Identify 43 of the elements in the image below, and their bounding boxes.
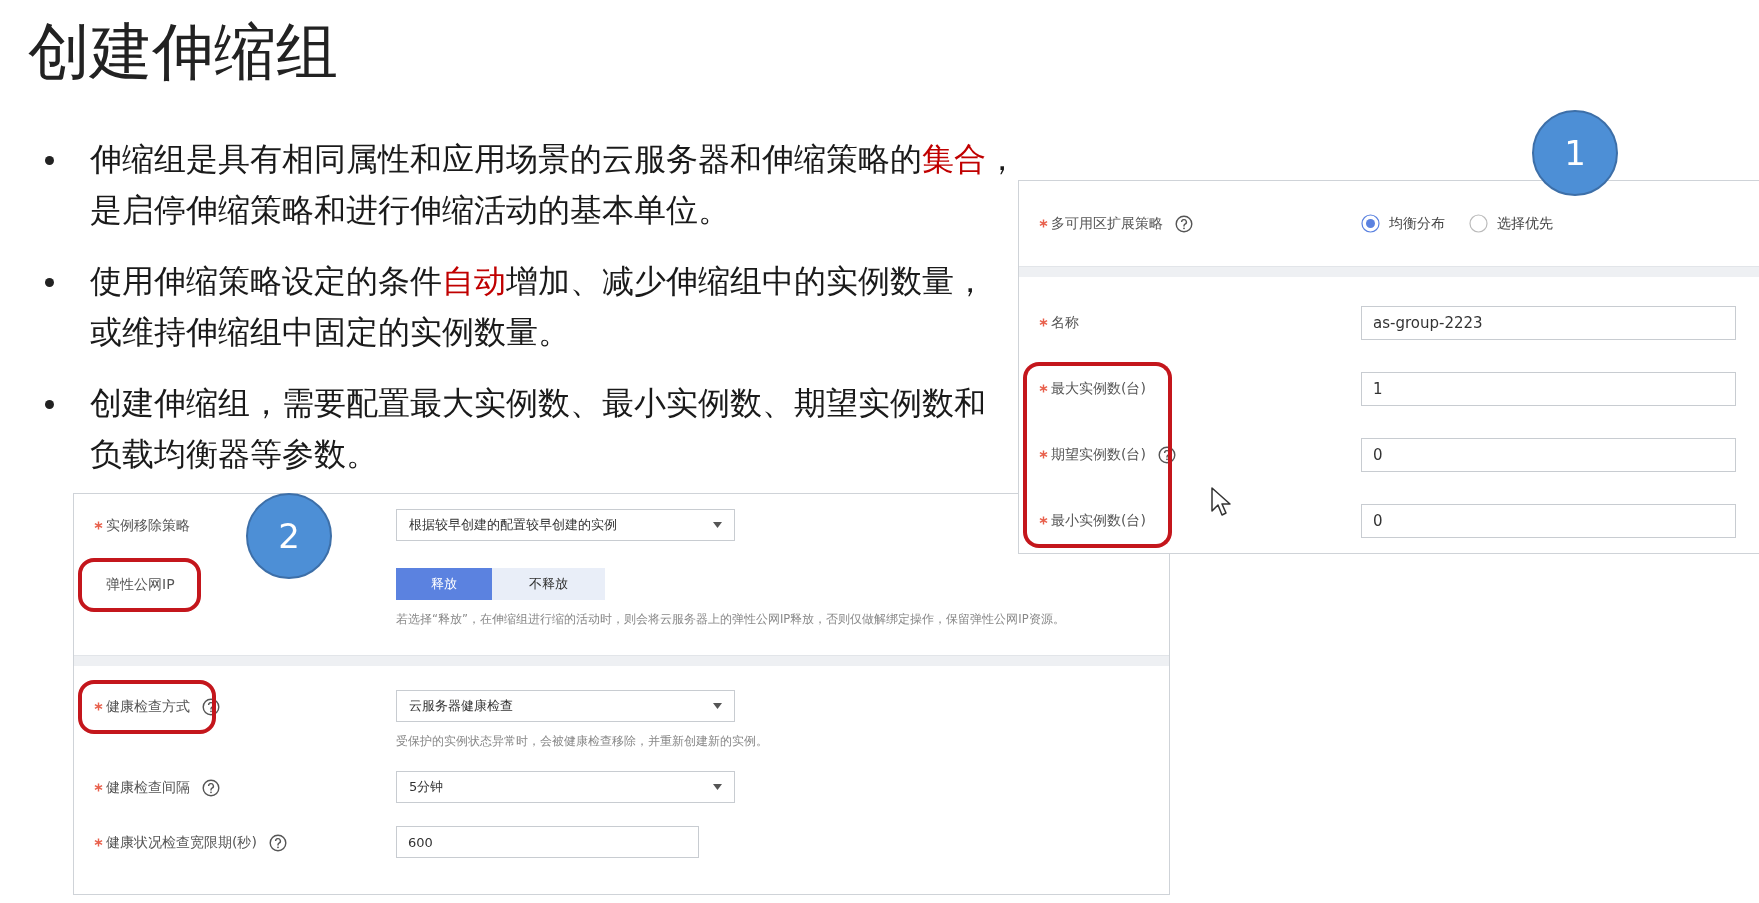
radio-button[interactable] <box>1361 214 1380 233</box>
help-icon[interactable] <box>202 697 220 716</box>
field-label: 健康检查间隔 <box>106 778 190 797</box>
radio-label[interactable]: 选择优先 <box>1497 214 1553 233</box>
bullet-icon <box>45 156 54 165</box>
input-field[interactable]: 0 <box>1361 438 1736 472</box>
input-field[interactable]: as-group-2223 <box>1361 306 1736 340</box>
caret-icon <box>713 784 722 790</box>
field-label: 弹性公网IP <box>106 575 175 594</box>
field-label: 实例移除策略 <box>106 516 190 535</box>
cursor-icon <box>1211 487 1231 517</box>
help-icon[interactable] <box>1157 445 1176 464</box>
field-label: 最小实例数(台) <box>1051 511 1146 530</box>
help-icon[interactable] <box>268 833 287 852</box>
caret-icon <box>713 703 722 709</box>
field-label: 最大实例数(台) <box>1051 379 1146 398</box>
bullet-icon <box>45 278 54 287</box>
help-icon[interactable] <box>202 778 220 797</box>
input-field[interactable]: 1 <box>1361 372 1736 406</box>
radio-button[interactable] <box>1469 214 1488 233</box>
toggle-button[interactable]: 释放 <box>396 568 492 600</box>
hint-text: 受保护的实例状态异常时，会被健康检查移除，并重新创建新的实例。 <box>396 734 768 749</box>
bullet-text: 使用伸缩策略设定的条件自动增加、减少伸缩组中的实例数量， 或维持伸缩组中固定的实例数量。 <box>90 261 987 353</box>
field-label: 名称 <box>1051 313 1079 332</box>
hint-text: 若选择“释放”，在伸缩组进行缩的活动时，则会将云服务器上的弹性公网IP释放，否则仅做解绑定操作，保留弹性公网IP资源。 <box>396 612 1065 627</box>
radio-label[interactable]: 均衡分布 <box>1389 214 1445 233</box>
caret-icon <box>713 522 722 528</box>
slide-title: 创建伸缩组 <box>27 14 338 90</box>
help-icon[interactable] <box>1175 214 1193 233</box>
field-label: 健康状况检查宽限期(秒) <box>106 833 257 852</box>
field-label: 健康检查方式 <box>106 697 190 716</box>
input-field[interactable]: 600 <box>396 826 699 858</box>
field-label: 多可用区扩展策略 <box>1051 214 1163 233</box>
dropdown[interactable]: 根据较早创建的配置较早创建的实例 <box>396 509 735 541</box>
bullet-text: 创建伸缩组，需要配置最大实例数、最小实例数、期望实例数和 负载均衡器等参数。 <box>90 383 987 475</box>
dropdown[interactable]: 云服务器健康检查 <box>396 690 735 722</box>
step-badge: 1 <box>1532 110 1618 196</box>
bullet-icon <box>45 400 54 409</box>
input-field[interactable]: 0 <box>1361 504 1736 538</box>
field-label: 期望实例数(台) <box>1051 445 1146 464</box>
dropdown[interactable]: 5分钟 <box>396 771 735 803</box>
toggle-button[interactable]: 不释放 <box>492 568 605 600</box>
bullet-text: 伸缩组是具有相同属性和应用场景的云服务器和伸缩策略的集合， 是启停伸缩策略和进行伸缩活动的基本单位。 <box>90 139 1019 231</box>
